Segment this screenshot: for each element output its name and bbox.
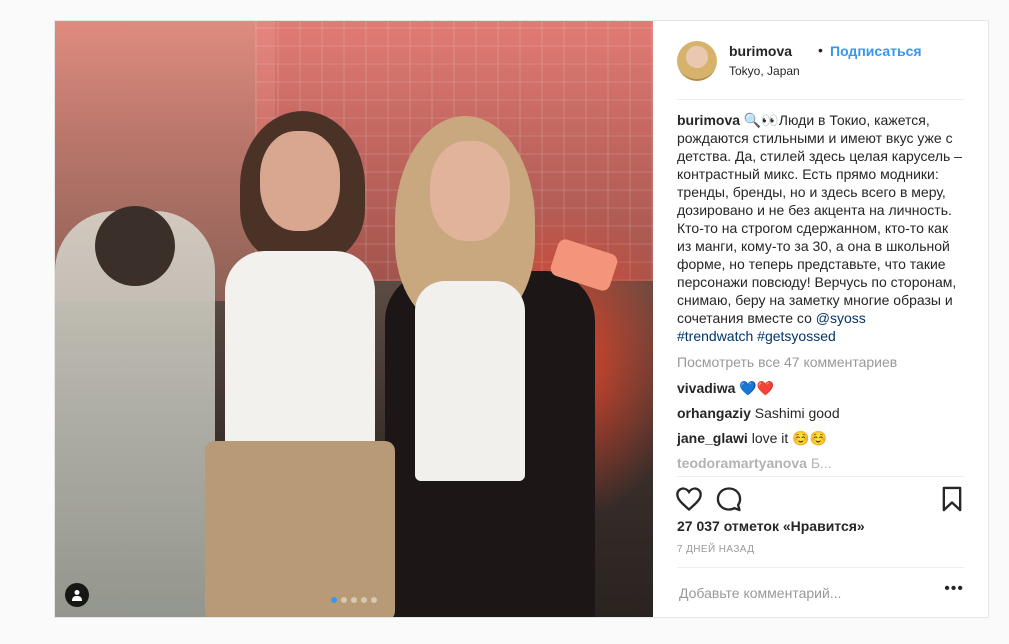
comment-username[interactable]: teodoramartyanova <box>677 455 807 471</box>
action-bar <box>675 476 966 523</box>
carousel-dot[interactable] <box>361 597 367 603</box>
likes-count[interactable]: 27 037 отметок «Нравится» <box>677 518 865 534</box>
comment-item: jane_glawi love it ☺️☺️ <box>677 429 964 447</box>
photo-woman-left-top <box>225 251 375 451</box>
carousel-indicator <box>55 597 653 603</box>
follow-button[interactable]: Подписаться <box>830 43 922 59</box>
carousel-dot[interactable] <box>371 597 377 603</box>
carousel-dot[interactable] <box>331 597 337 603</box>
add-comment-bar: ••• <box>677 567 964 618</box>
header-separator: • <box>818 42 823 58</box>
photo-woman-right-top <box>415 281 525 481</box>
caption-username[interactable]: burimova <box>677 112 740 128</box>
post-card: burimova • Подписаться Tokyo, Japan buri… <box>54 20 989 618</box>
more-options-button[interactable]: ••• <box>944 580 964 598</box>
comment-username[interactable]: vivadiwa <box>677 380 735 396</box>
caption-text: 🔍👀Люди в Токио, кажется, рождаются стиль… <box>677 112 962 326</box>
comment-text: 💙❤️ <box>739 380 775 396</box>
carousel-dot[interactable] <box>341 597 347 603</box>
comment-username[interactable]: orhangaziy <box>677 405 751 421</box>
bookmark-icon[interactable] <box>938 485 966 513</box>
post-timestamp[interactable]: 7 ДНЕЙ НАЗАД <box>677 544 754 555</box>
comment-input[interactable] <box>677 582 941 604</box>
photo-bystander-head <box>95 206 175 286</box>
hashtag-links[interactable]: #trendwatch #getsyossed <box>677 328 836 344</box>
comment-icon[interactable] <box>715 485 743 513</box>
comment-text: Sashimi good <box>754 405 840 421</box>
photo-woman-left-pants <box>205 441 395 617</box>
heart-icon[interactable] <box>675 485 703 513</box>
author-username[interactable]: burimova <box>729 43 792 59</box>
photo-woman-right-face <box>430 141 510 241</box>
comment-text: love it ☺️☺️ <box>751 430 828 446</box>
comments-section[interactable]: burimova 🔍👀Люди в Токио, кажется, рождаю… <box>677 111 964 471</box>
comment-item: vivadiwa 💙❤️ <box>677 379 964 397</box>
post-photo[interactable] <box>55 21 653 617</box>
post-header: burimova • Подписаться Tokyo, Japan <box>677 41 964 100</box>
caption: burimova 🔍👀Люди в Токио, кажется, рождаю… <box>677 111 964 345</box>
location-link[interactable]: Tokyo, Japan <box>729 64 800 78</box>
user-tag-icon[interactable] <box>65 583 89 607</box>
post-sidebar: burimova • Подписаться Tokyo, Japan buri… <box>653 21 988 617</box>
avatar[interactable] <box>677 41 717 81</box>
comment-text: Б... <box>810 455 832 471</box>
comment-item: teodoramartyanova Б... <box>677 454 964 471</box>
comment-username[interactable]: jane_glawi <box>677 430 748 446</box>
carousel-dot[interactable] <box>351 597 357 603</box>
view-all-comments-link[interactable]: Посмотреть все 47 комментариев <box>677 353 964 371</box>
comment-item: orhangaziy Sashimi good <box>677 404 964 422</box>
mention-link[interactable]: @syoss <box>816 310 866 326</box>
photo-woman-left-face <box>260 131 340 231</box>
